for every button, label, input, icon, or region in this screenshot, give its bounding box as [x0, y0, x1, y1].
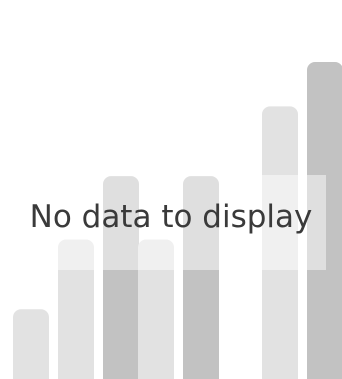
- bar-1-series-1: [13, 309, 49, 379]
- no-data-message: No data to display: [29, 199, 313, 235]
- placeholder-bar-chart: [13, 62, 342, 379]
